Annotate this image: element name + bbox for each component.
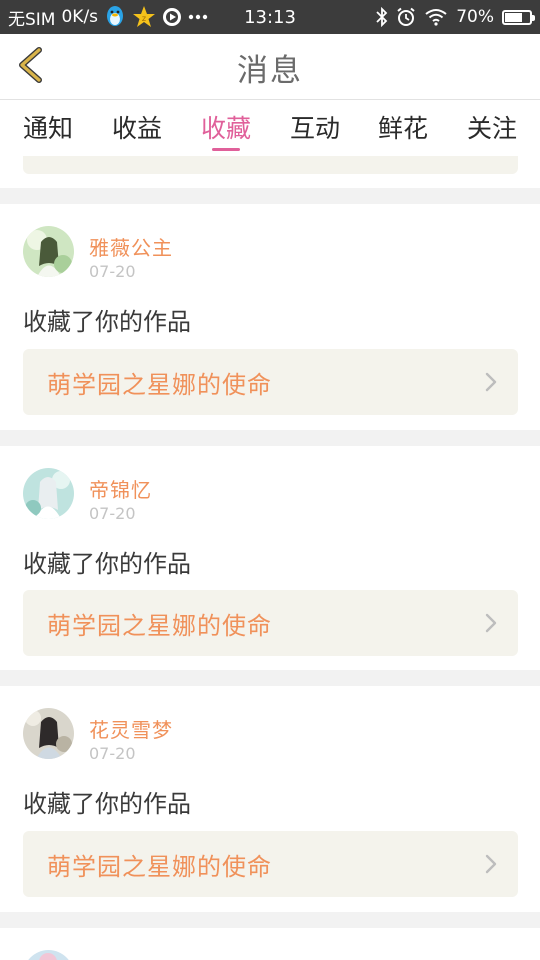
work-title: 萌学园之星娜的使命	[47, 611, 272, 640]
message-text: 收藏了你的作品	[23, 308, 191, 336]
list-item	[0, 156, 540, 188]
battery-percent-text: 70%	[456, 7, 494, 27]
header-bar: 消息	[0, 34, 540, 100]
page-title: 消息	[237, 52, 303, 89]
message-list[interactable]: 雅薇公主 07-20 收藏了你的作品 萌学园之星娜的使命 帝锦忆 07-20 收…	[0, 156, 540, 960]
battery-level-fill	[505, 12, 522, 22]
tab-favorites[interactable]: 收藏	[181, 100, 271, 156]
active-tab-indicator	[212, 148, 240, 151]
tab-notifications[interactable]: 通知	[3, 100, 93, 156]
message-text: 收藏了你的作品	[23, 550, 191, 578]
message-date: 07-20	[89, 744, 136, 763]
chevron-right-icon	[485, 613, 497, 633]
list-item: 花灵雪梦 07-20 收藏了你的作品 萌学园之星娜的使命	[0, 686, 540, 912]
message-date: 07-20	[89, 504, 136, 523]
username[interactable]: 帝锦忆	[89, 474, 152, 503]
chevron-right-icon	[485, 372, 497, 392]
username[interactable]: 雅薇公主	[89, 232, 173, 261]
avatar[interactable]	[23, 226, 74, 277]
avatar[interactable]	[23, 708, 74, 759]
bluetooth-icon	[376, 7, 388, 27]
tab-interactions[interactable]: 互动	[270, 100, 360, 156]
tab-earnings[interactable]: 收益	[92, 100, 182, 156]
tab-bar: 通知 收益 收藏 互动 鲜花 关注	[0, 100, 540, 156]
username[interactable]: 花灵雪梦	[89, 714, 173, 743]
work-link[interactable]: 萌学园之星娜的使命	[23, 590, 518, 656]
avatar[interactable]	[23, 950, 74, 960]
battery-icon	[502, 9, 535, 25]
wifi-icon	[424, 8, 448, 26]
message-text: 收藏了你的作品	[23, 790, 191, 818]
work-title: 萌学园之星娜的使命	[47, 370, 272, 399]
work-title: 萌学园之星娜的使命	[47, 852, 272, 881]
tab-follows[interactable]: 关注	[447, 100, 537, 156]
work-link[interactable]: 萌学园之星娜的使命	[23, 831, 518, 897]
list-item: 雅薇公主 07-20 收藏了你的作品 萌学园之星娜的使命	[0, 204, 540, 430]
status-bar: 无SIM 0K/s z 13:13 70%	[0, 0, 540, 34]
avatar[interactable]	[23, 468, 74, 519]
message-date: 07-20	[89, 262, 136, 281]
alarm-icon	[396, 7, 416, 27]
work-link[interactable]	[23, 156, 518, 174]
list-item	[0, 928, 540, 960]
tab-favorites-label: 收藏	[200, 114, 251, 143]
work-link[interactable]: 萌学园之星娜的使命	[23, 349, 518, 415]
list-item: 帝锦忆 07-20 收藏了你的作品 萌学园之星娜的使命	[0, 446, 540, 670]
tab-flowers[interactable]: 鲜花	[358, 100, 448, 156]
chevron-right-icon	[485, 854, 497, 874]
